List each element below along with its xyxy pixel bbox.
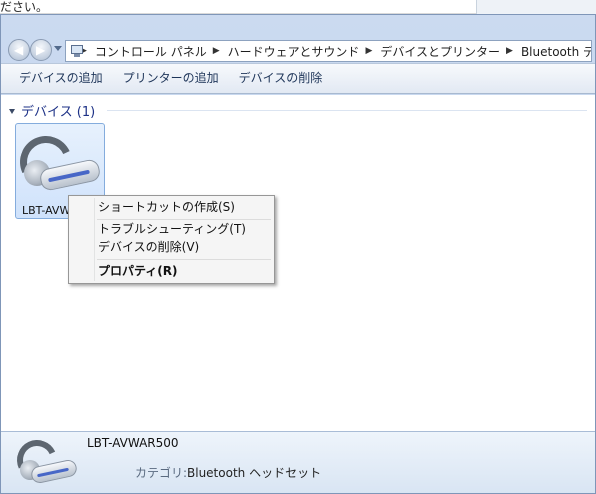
remove-device-button[interactable]: デバイスの削除 bbox=[229, 64, 333, 93]
forward-arrow-icon: ▶ bbox=[36, 43, 46, 57]
breadcrumb-chevron-icon[interactable]: ▶ bbox=[213, 46, 220, 56]
details-pane: LBT-AVWAR500 カテゴリ: Bluetooth ヘッドセット bbox=[1, 431, 595, 493]
add-device-button[interactable]: デバイスの追加 bbox=[9, 64, 113, 93]
group-divider bbox=[107, 110, 587, 111]
back-arrow-icon: ◀ bbox=[14, 43, 24, 57]
details-device-name: LBT-AVWAR500 bbox=[87, 436, 179, 450]
menu-item-create-shortcut[interactable]: ショートカットの作成(S) bbox=[98, 198, 235, 216]
details-category-label: カテゴリ: bbox=[135, 466, 188, 480]
forward-button[interactable]: ▶ bbox=[30, 39, 52, 61]
command-bar: デバイスの追加 プリンターの追加 デバイスの削除 bbox=[1, 63, 595, 94]
menu-item-properties[interactable]: プロパティ(R) bbox=[98, 262, 178, 280]
background-window-strip: ださい。 bbox=[0, 0, 596, 14]
navigation-bar: ◀ ▶ ▶ コントロール パネル ▶ ハードウェアとサウンド ▶ デバイスとプリ… bbox=[1, 15, 595, 62]
add-printer-button[interactable]: プリンターの追加 bbox=[113, 64, 229, 93]
group-header-label: デバイス (1) bbox=[21, 105, 96, 120]
background-window-panel bbox=[476, 0, 596, 14]
menu-separator bbox=[97, 259, 271, 260]
device-label: LBT-AVW bbox=[22, 204, 71, 217]
breadcrumb-control-panel[interactable]: コントロール パネル bbox=[95, 43, 207, 60]
breadcrumb-devices-printers[interactable]: デバイスとプリンター bbox=[380, 43, 500, 60]
background-window-text: ださい。 bbox=[0, 0, 49, 14]
recent-pages-chevron-icon[interactable] bbox=[54, 46, 62, 54]
context-menu-gutter bbox=[94, 198, 95, 281]
headset-icon bbox=[12, 128, 102, 200]
breadcrumb-hardware-sound[interactable]: ハードウェアとサウンド bbox=[228, 43, 360, 60]
back-button[interactable]: ◀ bbox=[8, 39, 30, 61]
breadcrumb-chevron-icon[interactable]: ▶ bbox=[365, 46, 372, 56]
collapse-triangle-icon[interactable] bbox=[9, 108, 15, 114]
group-header[interactable]: デバイス (1) bbox=[9, 101, 95, 120]
address-bar[interactable]: ▶ コントロール パネル ▶ ハードウェアとサウンド ▶ デバイスとプリンター … bbox=[65, 40, 592, 62]
details-category-value: Bluetooth ヘッドセット bbox=[187, 466, 322, 480]
headset-icon bbox=[11, 434, 79, 488]
breadcrumb-chevron-icon[interactable]: ▶ bbox=[506, 46, 513, 56]
breadcrumb-bluetooth-devices[interactable]: Bluetooth デバイス bbox=[521, 43, 591, 60]
context-menu: ショートカットの作成(S) トラブルシューティング(T) デバイスの削除(V) … bbox=[68, 195, 275, 284]
menu-item-troubleshoot[interactable]: トラブルシューティング(T) bbox=[98, 220, 246, 238]
menu-item-remove-device[interactable]: デバイスの削除(V) bbox=[98, 238, 199, 256]
